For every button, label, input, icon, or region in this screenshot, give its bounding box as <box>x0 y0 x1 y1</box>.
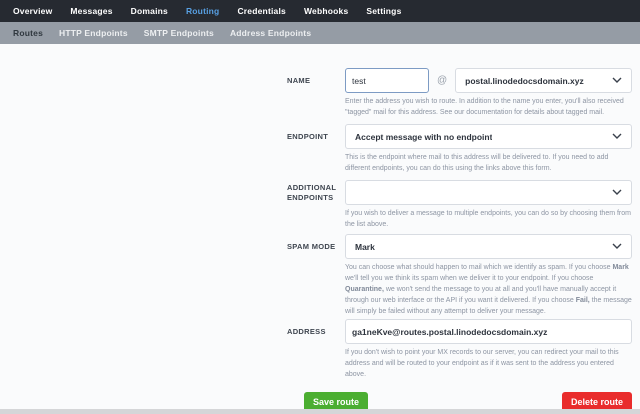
name-row: NAME @ postal.linodedocsdomain.xyz Enter… <box>287 68 632 118</box>
route-edit-form: NAME @ postal.linodedocsdomain.xyz Enter… <box>287 68 632 412</box>
spam-mode-label: SPAM MODE <box>287 234 339 259</box>
address-input[interactable] <box>345 319 632 344</box>
name-label: NAME <box>287 68 339 93</box>
chevron-down-icon <box>612 77 622 84</box>
sub-navigation: Routes HTTP Endpoints SMTP Endpoints Add… <box>0 22 640 44</box>
nav-item-domains[interactable]: Domains <box>122 6 177 16</box>
nav-item-webhooks[interactable]: Webhooks <box>295 6 357 16</box>
name-help-text: Enter the address you wish to route. In … <box>345 96 632 118</box>
chevron-down-icon <box>612 133 622 140</box>
at-symbol: @ <box>437 75 447 86</box>
endpoint-label: ENDPOINT <box>287 124 339 149</box>
chevron-down-icon <box>612 189 622 196</box>
endpoint-row: ENDPOINT Accept message with no endpoint… <box>287 124 632 174</box>
additional-endpoints-label: ADDITIONAL ENDPOINTS <box>287 180 339 205</box>
domain-select[interactable]: postal.linodedocsdomain.xyz <box>455 68 632 93</box>
spam-mode-select[interactable]: Mark <box>345 234 632 259</box>
nav-item-messages[interactable]: Messages <box>61 6 121 16</box>
chevron-down-icon <box>612 243 622 250</box>
nav-item-settings[interactable]: Settings <box>357 6 410 16</box>
window-bottom-edge <box>0 409 640 414</box>
additional-endpoints-row: ADDITIONAL ENDPOINTS If you wish to deli… <box>287 180 632 230</box>
additional-endpoints-select[interactable] <box>345 180 632 205</box>
spam-mode-help-text: You can choose what should happen to mai… <box>345 262 632 317</box>
spam-mode-row: SPAM MODE Mark You can choose what shoul… <box>287 234 632 317</box>
additional-endpoints-help-text: If you wish to deliver a message to mult… <box>345 208 632 230</box>
subnav-item-address-endpoints[interactable]: Address Endpoints <box>222 28 319 38</box>
subnav-item-routes[interactable]: Routes <box>5 28 51 38</box>
endpoint-select[interactable]: Accept message with no endpoint <box>345 124 632 149</box>
subnav-item-http-endpoints[interactable]: HTTP Endpoints <box>51 28 136 38</box>
endpoint-select-value: Accept message with no endpoint <box>355 132 492 142</box>
nav-item-overview[interactable]: Overview <box>4 6 61 16</box>
address-row: ADDRESS If you don't wish to point your … <box>287 319 632 380</box>
endpoint-help-text: This is the endpoint where mail to this … <box>345 152 632 174</box>
subnav-item-smtp-endpoints[interactable]: SMTP Endpoints <box>136 28 222 38</box>
route-name-input[interactable] <box>345 68 429 93</box>
address-label: ADDRESS <box>287 319 339 344</box>
domain-select-value: postal.linodedocsdomain.xyz <box>465 76 584 86</box>
nav-item-routing[interactable]: Routing <box>177 6 229 16</box>
address-help-text: If you don't wish to point your MX recor… <box>345 347 632 380</box>
top-navigation: Overview Messages Domains Routing Creden… <box>0 0 640 22</box>
nav-item-credentials[interactable]: Credentials <box>228 6 295 16</box>
spam-mode-select-value: Mark <box>355 242 375 252</box>
